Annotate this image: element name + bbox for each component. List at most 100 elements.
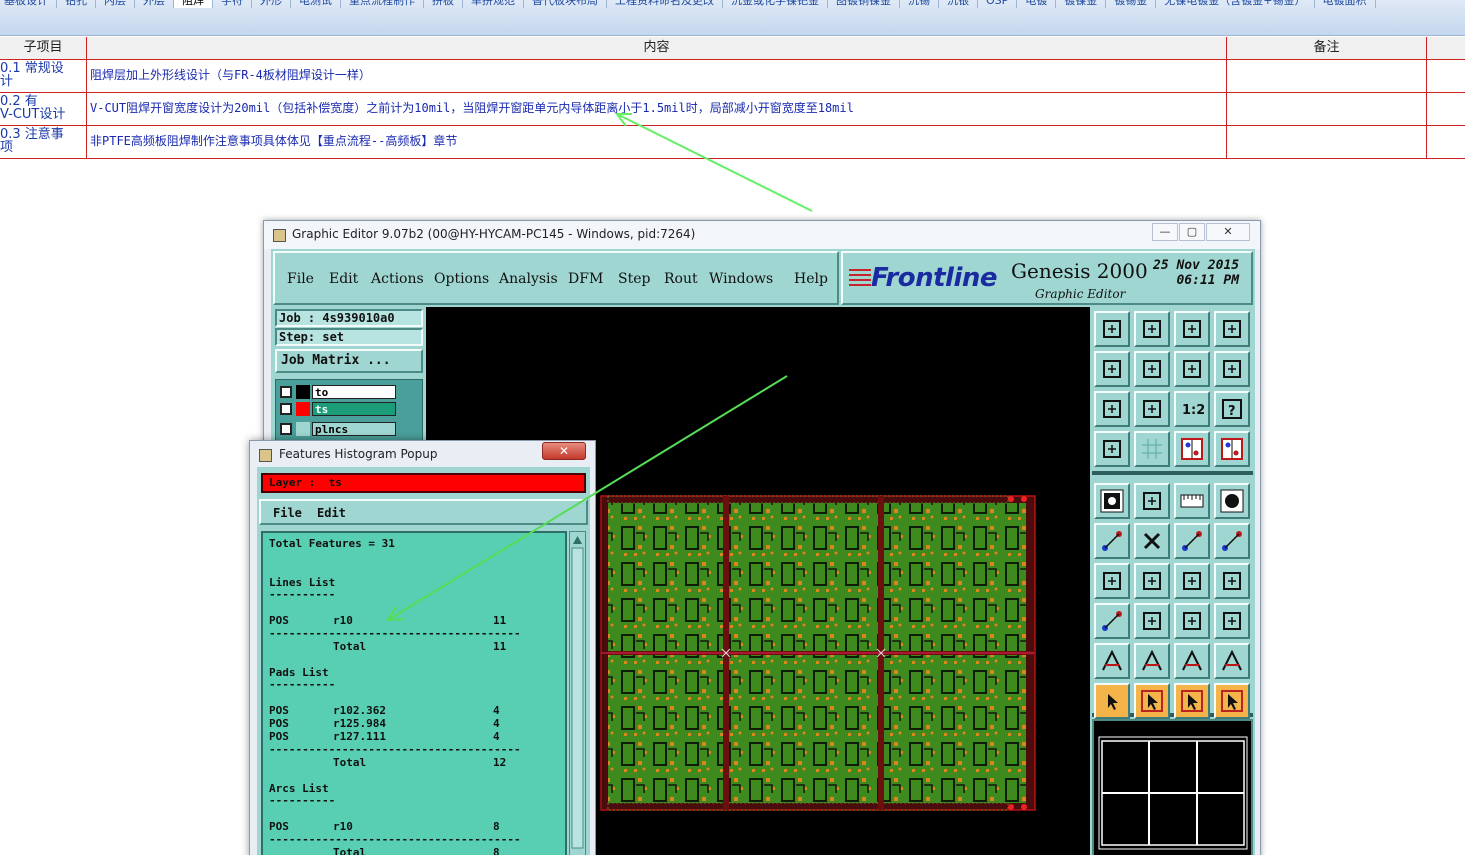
connect-tool-button[interactable] <box>1094 523 1130 559</box>
popup-close-button[interactable]: ✕ <box>542 442 586 460</box>
triangle-tool-button[interactable] <box>1094 643 1130 679</box>
popup-menu-file[interactable]: File <box>273 506 302 520</box>
menu-analysis[interactable]: Analysis <box>499 271 558 287</box>
layer-item[interactable]: ts <box>278 402 396 416</box>
move-tool-button[interactable] <box>1094 603 1130 639</box>
cell-note[interactable] <box>1227 126 1427 158</box>
cell-content[interactable]: 阻焊层加上外形线设计（与FR-4板材阻焊设计一样） <box>87 60 1227 92</box>
redo-tool-button[interactable] <box>1214 351 1250 387</box>
menu-file[interactable]: File <box>287 271 314 287</box>
line-point-alt-tool-button[interactable] <box>1214 523 1250 559</box>
layer-name[interactable]: ts <box>312 402 396 416</box>
cell-content[interactable]: V-CUT阻焊开窗宽度设计为20mil（包括补偿宽度）之前计为10mil，当阻焊… <box>87 93 1227 125</box>
minimize-button[interactable]: — <box>1152 223 1178 241</box>
report-scrollbar[interactable] <box>569 531 586 855</box>
sheet-tab[interactable]: 电镀面积 <box>1315 0 1376 8</box>
zoom-fit-tool-button[interactable] <box>1094 391 1130 427</box>
header-subitem[interactable]: 子项目 <box>0 37 87 59</box>
sheet-tab[interactable]: 无镍电镀金（含镀金+锡金） <box>1156 0 1315 8</box>
ruler-tool-button[interactable] <box>1174 483 1210 519</box>
cell-empty[interactable] <box>1427 126 1465 158</box>
sheet-tab[interactable]: 字符 <box>213 0 252 8</box>
sheet-tab[interactable]: 外层 <box>135 0 174 8</box>
cell-note[interactable] <box>1227 93 1427 125</box>
layer-name[interactable]: to <box>312 385 396 399</box>
sheet-tab[interactable]: 沉锡 <box>900 0 939 8</box>
select-arrow-box-tool-button[interactable] <box>1134 683 1170 719</box>
snap-red-alt-tool-button[interactable] <box>1214 431 1250 467</box>
snap-red-tool-button[interactable] <box>1174 431 1210 467</box>
sheet-tab[interactable]: 电镀 <box>1017 0 1057 8</box>
triangle-alt-tool-button[interactable] <box>1134 643 1170 679</box>
sheet-tab[interactable]: 拼板 <box>424 0 463 8</box>
select-net-tool-button[interactable] <box>1214 683 1250 719</box>
cell-subitem[interactable]: 0.3 注意事 项 <box>0 126 87 158</box>
sheet-tab[interactable]: 内层 <box>96 0 135 8</box>
cell-empty[interactable] <box>1427 93 1465 125</box>
menu-edit[interactable]: Edit <box>329 271 358 287</box>
sheet-tab[interactable]: 沉银 <box>939 0 978 8</box>
group-tool-button[interactable] <box>1214 603 1250 639</box>
layer-item[interactable]: to <box>278 385 396 399</box>
graphic-editor-titlebar[interactable]: Graphic Editor 9.07b2 (00@HY-HYCAM-PC145… <box>264 221 1260 249</box>
arch-tool-button[interactable] <box>1174 643 1210 679</box>
help-tool-button[interactable]: ? <box>1214 391 1250 427</box>
zoom-1to1-tool-button[interactable]: 1:2 <box>1174 391 1210 427</box>
sheet-tab[interactable]: 外形 <box>252 0 291 8</box>
window-layout-tool-button[interactable] <box>1214 311 1250 347</box>
histogram-report[interactable]: Total Features = 31 Lines List ---------- P… <box>261 531 567 855</box>
sheet-tab[interactable]: 沉金或化学镍钯金 <box>723 0 828 8</box>
header-note[interactable]: 备注 <box>1227 37 1427 59</box>
overview-map[interactable] <box>1092 719 1253 855</box>
prev-step-tool-button[interactable] <box>1094 351 1130 387</box>
layer-checkbox[interactable] <box>280 403 292 415</box>
zoom-center-tool-button[interactable] <box>1134 391 1170 427</box>
sheet-tab[interactable]: 镀锡金 <box>1106 0 1157 8</box>
home-tool-button[interactable] <box>1174 311 1210 347</box>
menu-options[interactable]: Options <box>434 271 489 287</box>
maximize-button[interactable]: ▢ <box>1179 223 1205 241</box>
header-content[interactable]: 内容 <box>87 37 1227 59</box>
cell-note[interactable] <box>1227 60 1427 92</box>
cell-subitem[interactable]: 0.1 常规设 计 <box>0 60 87 92</box>
menu-dfm[interactable]: DFM <box>568 271 603 287</box>
sheet-tab[interactable]: 基板设计 <box>0 0 57 8</box>
sheet-tab[interactable]: OSP <box>978 0 1018 8</box>
sheet-tab[interactable]: 电测试 <box>291 0 341 8</box>
sheet-tab[interactable]: 镀镍金 <box>1056 0 1107 8</box>
arch-alt-tool-button[interactable] <box>1214 643 1250 679</box>
header-empty[interactable] <box>1427 37 1465 59</box>
measure-tool-button[interactable] <box>1134 483 1170 519</box>
next-step-tool-button[interactable] <box>1134 351 1170 387</box>
select-arrow-tool-button[interactable] <box>1094 683 1130 719</box>
sheet-tab[interactable]: 图镀铜镍金 <box>828 0 900 8</box>
select-arrow-circle-tool-button[interactable] <box>1174 683 1210 719</box>
menu-rout[interactable]: Rout <box>664 271 698 287</box>
popup-menu-edit[interactable]: Edit <box>317 506 346 520</box>
resize-tool-button[interactable] <box>1174 603 1210 639</box>
cell-empty[interactable] <box>1427 60 1465 92</box>
sheet-tab[interactable]: 替代板块布局 <box>524 0 607 8</box>
undo-tool-button[interactable] <box>1174 351 1210 387</box>
line-point-tool-button[interactable] <box>1174 523 1210 559</box>
sheet-tab[interactable]: 工程资料命名及更改 <box>607 0 723 8</box>
cross-tool-button[interactable] <box>1134 523 1170 559</box>
layer-checkbox[interactable] <box>280 423 292 435</box>
menu-actions[interactable]: Actions <box>371 271 424 287</box>
arc-tool-button[interactable] <box>1174 563 1210 599</box>
sheet-tab[interactable]: 钻孔 <box>57 0 96 8</box>
menu-help[interactable]: Help <box>794 271 828 287</box>
sheet-tab[interactable]: 单拼规范 <box>463 0 524 8</box>
tools-tool-button[interactable] <box>1094 431 1130 467</box>
fill-tool-button[interactable] <box>1094 483 1130 519</box>
pad-tool-button[interactable] <box>1214 483 1250 519</box>
import-job-tool-button[interactable] <box>1094 311 1130 347</box>
slope-tool-button[interactable] <box>1134 563 1170 599</box>
sheet-tab[interactable]: 重点流程制作 <box>341 0 424 8</box>
close-button[interactable]: ✕ <box>1206 223 1250 241</box>
line-tool-button[interactable] <box>1134 603 1170 639</box>
menu-windows[interactable]: Windows <box>709 271 773 287</box>
job-matrix-button[interactable]: Job Matrix ... <box>275 349 423 373</box>
layer-item[interactable]: plncs <box>278 422 396 436</box>
export-job-tool-button[interactable] <box>1134 311 1170 347</box>
